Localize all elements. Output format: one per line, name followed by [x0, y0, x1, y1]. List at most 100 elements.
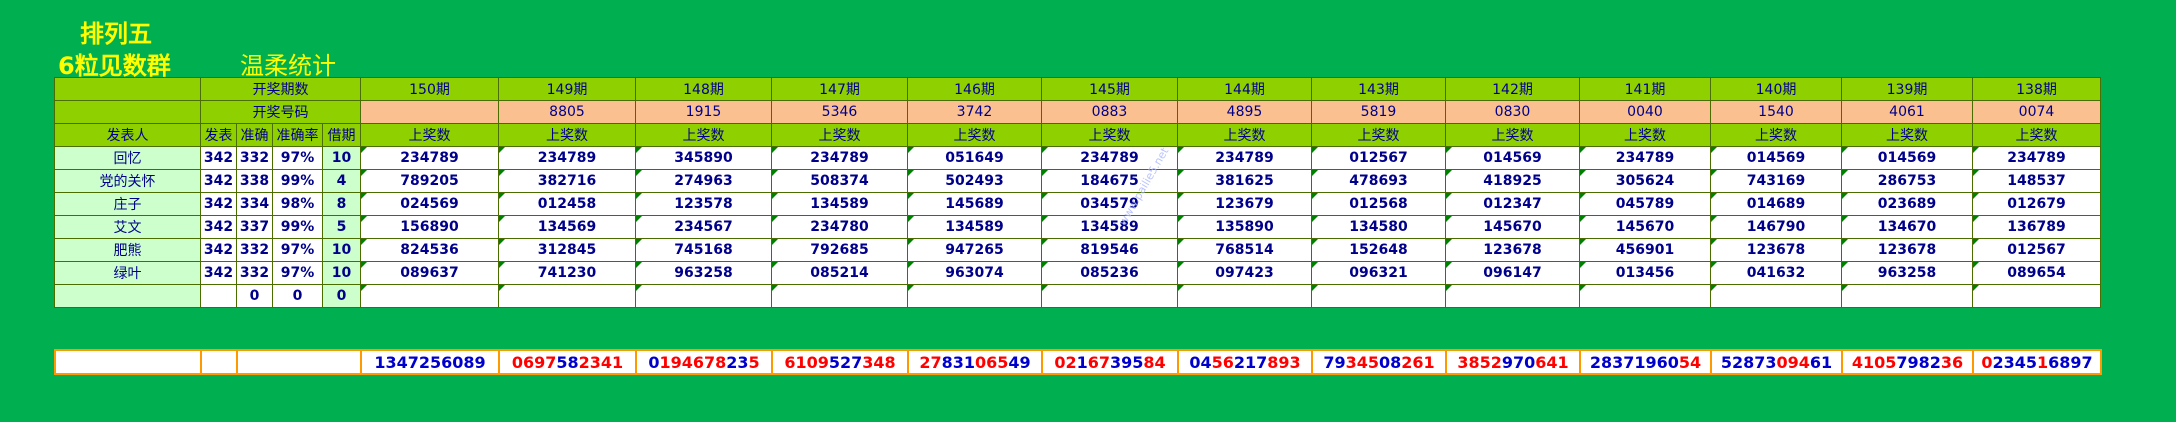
prediction-cell: 014569 — [1710, 146, 1842, 170]
stat-cell: 342 — [200, 261, 237, 285]
sequence-digits: 52873 — [1720, 352, 1777, 372]
stat-cell: 0 — [272, 284, 323, 308]
summary-sequence: 5287309461 — [1710, 349, 1843, 375]
prize-header: 上奖数 — [498, 123, 636, 147]
draw-number: 1540 — [1710, 100, 1842, 124]
prediction-cell: 089654 — [1972, 261, 2101, 285]
sequence-digits: 27 — [919, 352, 942, 372]
prediction-cell — [1841, 284, 1973, 308]
prize-header: 上奖数 — [771, 123, 908, 147]
prediction-cell: 947265 — [907, 238, 1042, 262]
prediction-cell: 234780 — [771, 215, 908, 239]
prediction-cell: 743169 — [1710, 169, 1842, 193]
prediction-cell: 123578 — [635, 192, 772, 216]
prediction-cell: 792685 — [771, 238, 908, 262]
table-row: 党的关怀 342 338 99% 4 789205 382716 274963 508374 50… — [54, 169, 2101, 193]
prediction-cell: 012567 — [1972, 238, 2101, 262]
stat-cell: 0 — [322, 284, 361, 308]
prediction-cell: 234789 — [360, 146, 499, 170]
stat-cell — [200, 284, 237, 308]
stat-cell: 10 — [322, 238, 361, 262]
summary-blank — [200, 349, 238, 375]
sequence-digits: 79 — [1323, 352, 1346, 372]
sequence-digits: 67 — [1087, 352, 1110, 372]
sequence-digits: 08 — [1379, 352, 1402, 372]
draw-number: 1915 — [635, 100, 772, 124]
prediction-cell: 013456 — [1579, 261, 1711, 285]
period-header: 142期 — [1445, 77, 1580, 101]
draw-number: 0883 — [1041, 100, 1178, 124]
prediction-cell: 234789 — [771, 146, 908, 170]
sequence-digits: 893 — [1267, 352, 1301, 372]
summary-sequence: 2783106549 — [907, 349, 1043, 375]
publisher-name: 回忆 — [54, 146, 201, 170]
prediction-cell: 134670 — [1841, 215, 1973, 239]
summary-table: 1347256089 0697582341 0194678235 6109527348… — [54, 349, 2102, 375]
draw-number: 4895 — [1177, 100, 1312, 124]
prediction-cell: 024569 — [360, 192, 499, 216]
publisher-name: 肥熊 — [54, 238, 201, 262]
prediction-cell — [1710, 284, 1842, 308]
sequence-digits: 58 — [556, 352, 579, 372]
prediction-cell — [360, 284, 499, 308]
sequence-digits: 61 — [1809, 352, 1833, 372]
period-label: 开奖期数 — [200, 77, 361, 101]
sequence-digits: 23 — [726, 352, 749, 372]
table-row: 肥熊 342 332 97% 10 824536 312845 745168 792685 947… — [54, 238, 2101, 262]
summary-sequence: 0194678235 — [635, 349, 773, 375]
header-blank — [54, 100, 201, 124]
stat-cell: 334 — [236, 192, 273, 216]
stat-cell: 342 — [200, 215, 237, 239]
prediction-cell: 234789 — [1972, 146, 2101, 170]
sequence-digits: 2345 — [1992, 352, 2037, 372]
summary-sequence: 0456217893 — [1177, 349, 1313, 375]
page-tagline: 温柔统计 — [240, 52, 336, 80]
period-header: 143期 — [1311, 77, 1446, 101]
sequence-digits: 3852 — [1457, 352, 1502, 372]
prediction-cell: 123678 — [1841, 238, 1973, 262]
sequence-digits: 094 — [1776, 352, 1810, 372]
stat-cell: 342 — [200, 146, 237, 170]
draw-number: 3742 — [907, 100, 1042, 124]
sequence-digits: 0697 — [511, 352, 557, 372]
publisher-name: 党的关怀 — [54, 169, 201, 193]
prize-header: 上奖数 — [907, 123, 1042, 147]
prediction-cell: 502493 — [907, 169, 1042, 193]
prediction-cell — [1579, 284, 1711, 308]
prediction-cell: 286753 — [1841, 169, 1973, 193]
prediction-cell: 234789 — [1579, 146, 1711, 170]
prize-header: 上奖数 — [635, 123, 772, 147]
prediction-cell: 045789 — [1579, 192, 1711, 216]
prediction-cell: 014569 — [1841, 146, 1973, 170]
sequence-digits: 0 — [1981, 352, 1993, 372]
stat-cell: 332 — [236, 146, 273, 170]
prediction-cell — [635, 284, 772, 308]
stat-header: 准确率 — [272, 123, 323, 147]
prediction-cell: 123678 — [1710, 238, 1842, 262]
draw-number: 4061 — [1841, 100, 1973, 124]
table-row: 000 — [54, 284, 2101, 308]
prediction-cell — [1311, 284, 1446, 308]
prize-header: 上奖数 — [1972, 123, 2101, 147]
summary-sequence: 0697582341 — [498, 349, 637, 375]
period-header: 139期 — [1841, 77, 1973, 101]
prize-header: 上奖数 — [1445, 123, 1580, 147]
sequence-digits: 348 — [862, 352, 896, 372]
prediction-cell: 097423 — [1177, 261, 1312, 285]
stat-cell: 338 — [236, 169, 273, 193]
prediction-cell: 145670 — [1579, 215, 1711, 239]
prediction-cell: 156890 — [360, 215, 499, 239]
stat-cell: 99% — [272, 215, 323, 239]
sequence-digits: 831 — [941, 352, 975, 372]
period-header: 146期 — [907, 77, 1042, 101]
summary-sequence: 0234516897 — [1972, 349, 2102, 375]
prediction-cell: 123679 — [1177, 192, 1312, 216]
prediction-cell — [1041, 284, 1178, 308]
prediction-cell: 089637 — [360, 261, 499, 285]
sequence-digits: 5 — [748, 352, 760, 372]
prediction-cell: 134589 — [1041, 215, 1178, 239]
stat-header: 准确 — [236, 123, 273, 147]
prediction-cell: 014569 — [1445, 146, 1580, 170]
sequence-digits: 6897 — [2048, 352, 2093, 372]
publisher-name: 艾文 — [54, 215, 201, 239]
